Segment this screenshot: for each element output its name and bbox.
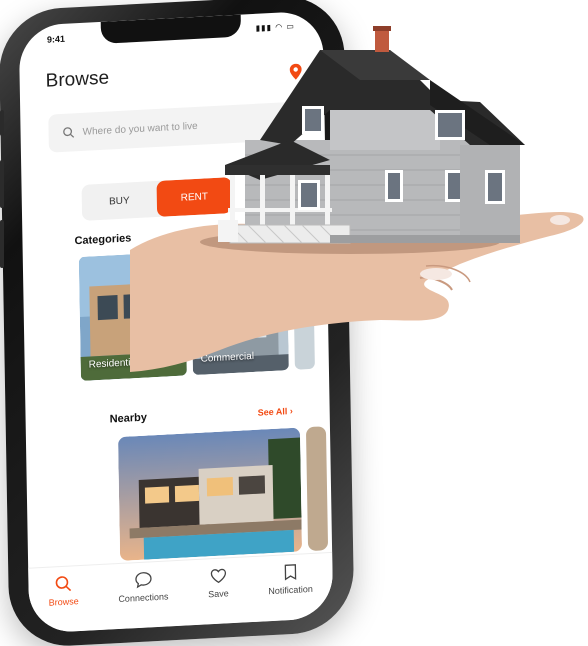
heart-icon (210, 568, 226, 584)
phone-silent-switch (0, 110, 4, 136)
chat-icon (134, 572, 152, 589)
nearby-listing-photo (117, 427, 303, 561)
nearby-heading: Nearby (109, 411, 148, 426)
nearby-listing-card-partial[interactable] (305, 426, 329, 552)
nav-notification-label: Notification (268, 583, 313, 597)
search-icon (63, 127, 75, 138)
categories-heading: Categories (74, 232, 132, 248)
nav-save-label: Save (208, 588, 229, 600)
page-title: Browse (45, 67, 110, 92)
nav-save[interactable]: Save (208, 566, 229, 599)
status-time: 9:41 (46, 33, 66, 45)
nav-browse-label: Browse (48, 596, 79, 608)
see-all-link[interactable]: See All › (258, 406, 293, 418)
nav-connections-label: Connections (118, 591, 169, 605)
nav-notification[interactable]: Notification (268, 562, 313, 596)
hand-holding-house-illustration (130, 26, 584, 372)
nav-connections[interactable]: Connections (118, 569, 169, 604)
nearby-listing-card[interactable] (117, 427, 303, 561)
phone-volume-down (0, 220, 4, 268)
search-icon (55, 576, 72, 592)
phone-volume-up (0, 160, 4, 208)
nav-browse[interactable]: Browse (48, 574, 79, 608)
bell-icon (284, 564, 297, 581)
